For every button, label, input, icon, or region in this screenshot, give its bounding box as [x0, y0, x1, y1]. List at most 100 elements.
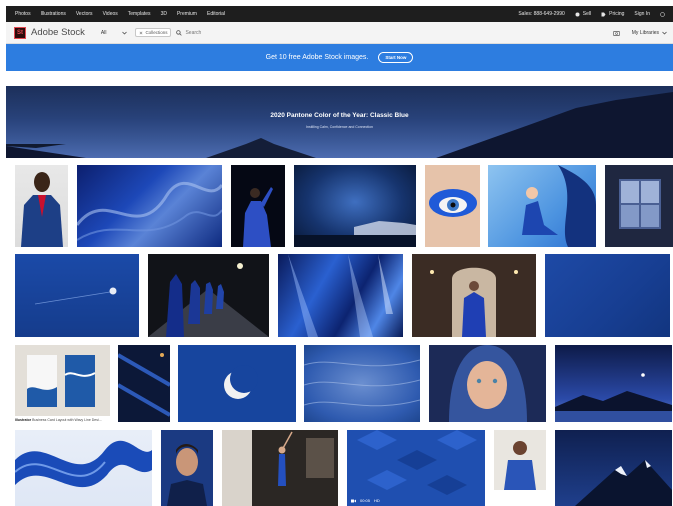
nav-link-vectors[interactable]: Vectors — [76, 11, 93, 17]
man-in-blue-suit-image — [21, 172, 63, 247]
adobe-stock-page: Photos Illustrations Vectors Videos Temp… — [0, 0, 673, 506]
nav-link-illustrations[interactable]: Illustrations — [41, 11, 66, 17]
pricing-label: Pricing — [609, 11, 625, 17]
man-profile-image — [167, 444, 207, 506]
knitted-fabric-image — [304, 359, 420, 407]
snowy-mountains-image — [575, 460, 672, 506]
mountain-silhouette — [6, 92, 673, 158]
image-tile[interactable] — [429, 345, 546, 422]
search-input[interactable] — [185, 29, 386, 36]
girl-in-hood-image — [449, 345, 527, 422]
woman-in-blue-dress-image — [243, 187, 273, 247]
top-nav-right: Sales: 888-649-2990 Sell Pricing Sign In — [518, 11, 673, 17]
pantone-hero-banner[interactable]: 2020 Pantone Color of the Year: Classic … — [6, 86, 673, 158]
sell-link[interactable]: Sell — [575, 11, 591, 17]
illustrator-badge: Illustrator — [15, 418, 32, 422]
ball-on-blue-image — [34, 287, 117, 305]
hero-subtitle: Instilling Calm, Confidence and Connecti… — [306, 125, 373, 129]
video-duration: 00:05 — [360, 498, 371, 503]
image-tile[interactable] — [545, 254, 670, 337]
video-meta: 00:05 HD — [351, 498, 380, 503]
business-card-image — [27, 355, 96, 407]
night-coastline-image — [294, 221, 416, 247]
collections-label: Collections — [145, 30, 168, 35]
image-tile[interactable] — [555, 345, 672, 422]
blue-waves-image — [77, 181, 222, 241]
promo-banner: Get 10 free Adobe Stock images. Start No… — [6, 44, 673, 71]
sell-icon — [575, 12, 580, 16]
close-icon — [140, 31, 143, 34]
image-tile[interactable] — [605, 165, 673, 247]
image-tile[interactable] — [161, 430, 213, 506]
nav-link-3d[interactable]: 3D — [161, 11, 167, 17]
blue-eye-makeup-image — [429, 189, 477, 217]
image-tile[interactable] — [222, 430, 338, 506]
search-bar[interactable] — [176, 26, 612, 40]
fashion-runway-image — [148, 263, 269, 337]
tag-icon — [601, 12, 606, 16]
blue-ribbon-image — [15, 440, 152, 488]
search-icon — [176, 29, 183, 36]
sell-label: Sell — [582, 11, 592, 17]
image-tile[interactable] — [148, 254, 269, 337]
nav-link-templates[interactable]: Templates — [128, 11, 151, 17]
image-tile[interactable] — [412, 254, 536, 337]
video-quality: HD — [374, 498, 380, 503]
top-nav-links: Photos Illustrations Vectors Videos Temp… — [6, 11, 225, 17]
pricing-link[interactable]: Pricing — [601, 11, 624, 17]
image-tile[interactable] — [15, 254, 139, 337]
image-tile[interactable] — [488, 165, 596, 247]
template-caption: Illustrator Business Card Layout with Wa… — [15, 418, 110, 422]
hero-title: 2020 Pantone Color of the Year: Classic … — [270, 112, 409, 119]
blue-glass-shards-image — [288, 254, 393, 337]
promo-text: Get 10 free Adobe Stock images. — [265, 54, 369, 61]
sales-phone: Sales: 888-649-2990 — [518, 11, 565, 17]
woman-stretching-image — [222, 430, 334, 506]
blue-textile-closeup-image — [118, 353, 170, 417]
asset-type-dropdown[interactable]: All — [101, 30, 128, 36]
image-tile[interactable] — [555, 430, 672, 506]
image-tile[interactable] — [77, 165, 222, 247]
crescent-moon-image — [224, 365, 258, 399]
image-tile[interactable] — [425, 165, 480, 247]
nav-link-photos[interactable]: Photos — [15, 11, 31, 17]
image-tile[interactable] — [304, 345, 420, 422]
image-tile[interactable] — [494, 430, 546, 506]
image-tile[interactable] — [178, 345, 296, 422]
sign-in-link[interactable]: Sign In — [634, 11, 650, 17]
image-tile[interactable] — [15, 430, 152, 506]
chat-icon[interactable] — [660, 11, 665, 17]
woman-illustration-image — [522, 165, 596, 247]
image-tile[interactable] — [118, 345, 170, 422]
header-right: My Libraries — [612, 30, 673, 36]
camera-icon[interactable] — [612, 30, 620, 36]
blue-window-image — [619, 179, 661, 229]
template-caption-text: Business Card Layout with Wavy Line Desi… — [32, 418, 102, 422]
template-tile[interactable] — [15, 345, 110, 416]
boy-drawing-image — [494, 441, 546, 506]
nav-link-videos[interactable]: Videos — [103, 11, 118, 17]
top-nav: Photos Illustrations Vectors Videos Temp… — [6, 6, 673, 22]
blue-hexagon-pattern-image — [357, 430, 477, 495]
image-tile[interactable] — [278, 254, 403, 337]
collections-toggle[interactable]: Collections — [135, 28, 172, 37]
my-libraries-button[interactable]: My Libraries — [632, 30, 667, 36]
asset-type-value: All — [100, 29, 107, 36]
nav-link-premium[interactable]: Premium — [177, 11, 197, 17]
brand-name[interactable]: Adobe Stock — [31, 27, 85, 38]
video-camera-icon — [351, 499, 356, 502]
chevron-down-icon — [662, 31, 667, 35]
image-tile[interactable] — [15, 165, 68, 247]
logo-text: St — [17, 29, 23, 36]
nav-link-editorial[interactable]: Editorial — [207, 11, 225, 17]
video-tile[interactable]: 00:05 HD — [347, 430, 485, 506]
image-tile[interactable] — [231, 165, 285, 247]
adobe-stock-logo[interactable]: St — [14, 26, 26, 39]
stock-header: St Adobe Stock All Collections My Librar… — [6, 22, 673, 44]
image-tile[interactable] — [294, 165, 416, 247]
mountain-lake-image — [555, 373, 672, 422]
chevron-down-icon — [122, 31, 128, 35]
start-now-button[interactable]: Start Now — [378, 52, 414, 63]
my-libraries-label: My Libraries — [631, 29, 659, 36]
woman-in-hallway-image — [430, 267, 518, 337]
